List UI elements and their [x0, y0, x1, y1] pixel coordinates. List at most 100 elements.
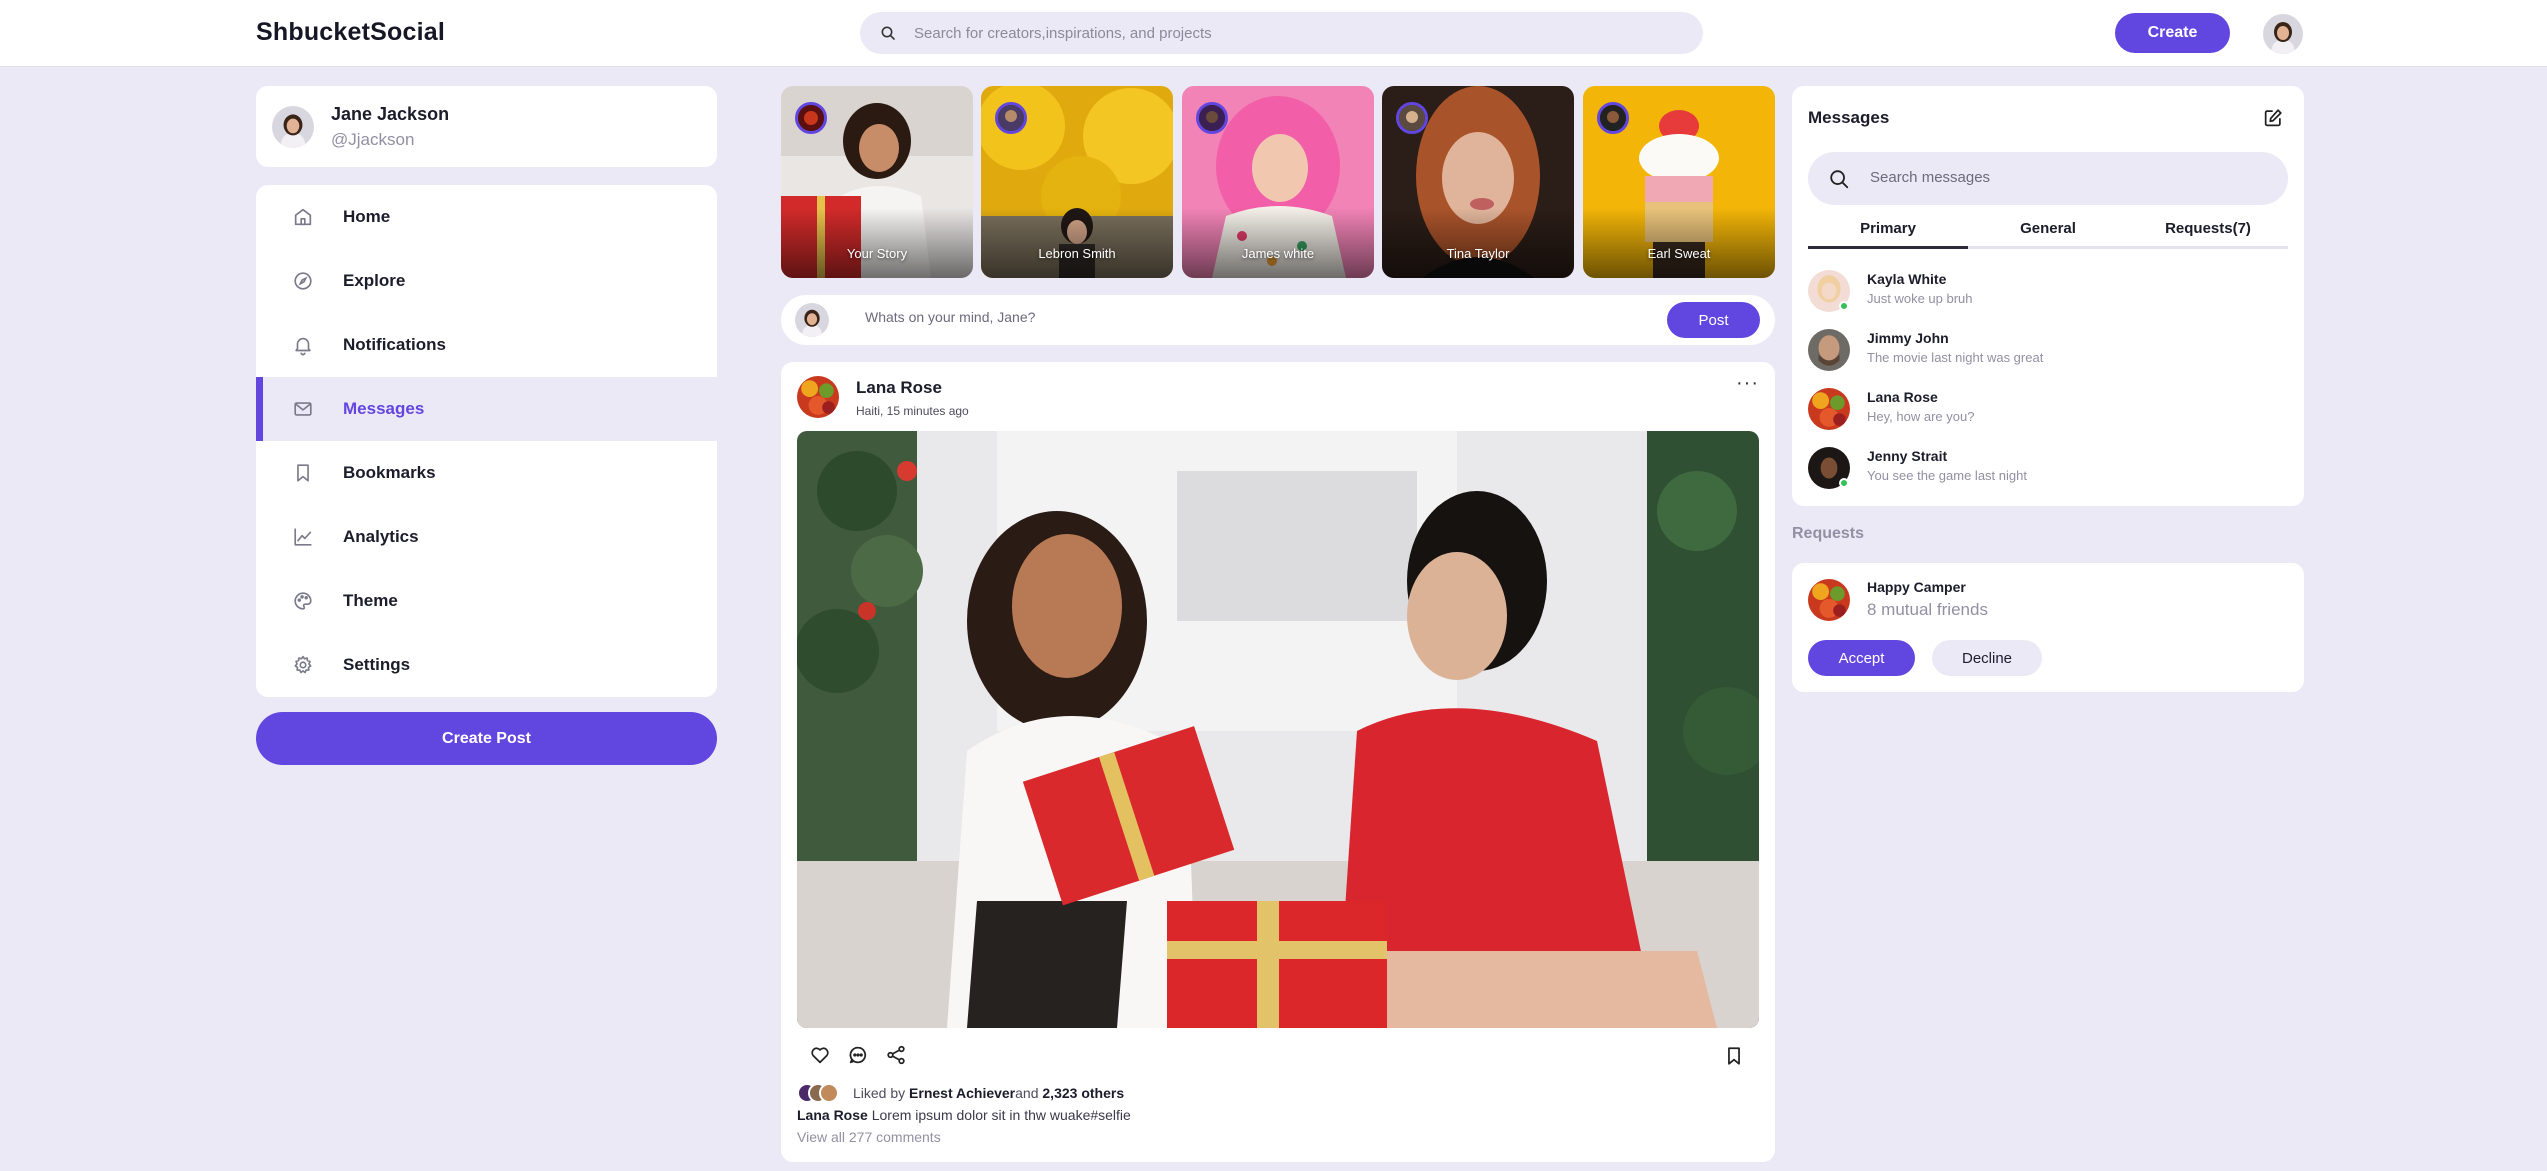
request-name[interactable]: Happy Camper: [1867, 579, 1966, 595]
sidebar-item-analytics[interactable]: Analytics: [256, 505, 717, 569]
chart-icon: [292, 526, 314, 548]
create-button[interactable]: Create: [2115, 13, 2230, 53]
liked-by-text[interactable]: Liked by Ernest Achieverand 2,323 others: [853, 1085, 1124, 1101]
profile-avatar: [272, 106, 314, 148]
sidebar-item-label: Explore: [343, 271, 406, 290]
story-shade: [1583, 208, 1775, 278]
search-icon: [880, 25, 896, 41]
message-preview: Just woke up bruh: [1867, 291, 1973, 306]
gear-icon: [292, 654, 314, 676]
story-name: Tina Taylor: [1446, 246, 1510, 261]
mutual-friends: 8 mutual friends: [1867, 600, 1988, 619]
heart-icon[interactable]: [809, 1044, 831, 1066]
liked-by-name[interactable]: Ernest Achiever: [909, 1085, 1015, 1101]
view-comments-link[interactable]: View all 277 comments: [797, 1129, 941, 1145]
message-item[interactable]: Jenny Strait You see the game last night: [1808, 445, 2288, 495]
message-search[interactable]: [1808, 152, 2288, 205]
global-search-input[interactable]: [914, 24, 1614, 42]
sidebar-item-home[interactable]: Home: [256, 185, 717, 249]
liker-avatar: [819, 1083, 839, 1103]
sidebar-item-notifications[interactable]: Notifications: [256, 313, 717, 377]
feed-post: Lana Rose Haiti, 15 minutes ago ··· Like…: [781, 362, 1775, 1162]
sidebar-item-settings[interactable]: Settings: [256, 633, 717, 697]
message-item[interactable]: Kayla White Just woke up bruh: [1808, 268, 2288, 318]
story-shade: [1182, 208, 1374, 278]
post-button[interactable]: Post: [1667, 302, 1760, 338]
request-avatar[interactable]: [1808, 579, 1850, 621]
sidebar-item-label: Analytics: [343, 527, 419, 546]
sidebar-item-label: Home: [343, 207, 391, 226]
palette-icon: [292, 590, 314, 612]
message-item[interactable]: Jimmy John The movie last night was grea…: [1808, 327, 2288, 377]
compass-icon: [292, 270, 314, 292]
profile-name: Jane Jackson: [331, 104, 450, 124]
top-bar: ShbucketSocial Create: [0, 0, 2547, 67]
messages-panel: Messages Primary General Requests(7) Kay…: [1792, 86, 2304, 506]
post-composer: Post: [781, 295, 1775, 345]
liked-prefix: Liked by: [853, 1085, 906, 1101]
story-card[interactable]: Earl Sweat: [1583, 86, 1775, 278]
more-options-icon[interactable]: ···: [1736, 372, 1759, 395]
message-avatar: [1808, 329, 1850, 371]
sidebar-item-label: Theme: [343, 591, 398, 610]
story-name: Earl Sweat: [1647, 246, 1711, 261]
sidebar-item-label: Bookmarks: [343, 463, 436, 482]
profile-card[interactable]: Jane Jackson @Jjackson: [256, 86, 717, 167]
post-actions: [809, 1044, 907, 1066]
share-icon[interactable]: [885, 1044, 907, 1066]
story-avatar: [1396, 102, 1428, 134]
sidebar-item-label: Settings: [343, 655, 411, 674]
post-meta: Haiti, 15 minutes ago: [856, 404, 969, 418]
post-author-avatar[interactable]: [797, 376, 839, 418]
tab-general[interactable]: General: [1968, 213, 2128, 249]
post-caption: Lana Rose Lorem ipsum dolor sit in thw w…: [797, 1107, 1131, 1123]
global-search[interactable]: [860, 12, 1703, 54]
sidebar-item-bookmarks[interactable]: Bookmarks: [256, 441, 717, 505]
message-avatar: [1808, 388, 1850, 430]
compose-message-icon[interactable]: [2262, 107, 2284, 129]
story-shade: [781, 208, 973, 278]
message-preview: Hey, how are you?: [1867, 409, 1975, 424]
story-avatar: [995, 102, 1027, 134]
story-avatar: [1597, 102, 1629, 134]
message-sender: Lana Rose: [1867, 389, 1938, 405]
accept-button[interactable]: Accept: [1808, 640, 1915, 676]
liker-avatars: [797, 1083, 841, 1105]
sidebar-nav: Home Explore Notifications Messages Book…: [256, 185, 717, 697]
post-image[interactable]: [797, 431, 1759, 1028]
sidebar-item-theme[interactable]: Theme: [256, 569, 717, 633]
decline-button[interactable]: Decline: [1932, 640, 2042, 676]
online-indicator: [1839, 478, 1849, 488]
message-preview: You see the game last night: [1867, 468, 2027, 483]
story-name: Lebron Smith: [1038, 246, 1116, 261]
story-shade: [1382, 208, 1574, 278]
liked-others-count[interactable]: 2,323 others: [1042, 1085, 1124, 1101]
sidebar-item-label: Notifications: [343, 335, 446, 354]
message-sender: Jenny Strait: [1867, 448, 1948, 464]
tab-primary[interactable]: Primary: [1808, 213, 1968, 249]
comment-icon[interactable]: [847, 1044, 869, 1066]
bookmark-icon[interactable]: [1723, 1045, 1745, 1067]
message-search-input[interactable]: [1870, 169, 2250, 186]
friend-request-card: Happy Camper 8 mutual friends Accept Dec…: [1792, 563, 2304, 692]
story-card[interactable]: Lebron Smith: [981, 86, 1173, 278]
message-item[interactable]: Lana Rose Hey, how are you?: [1808, 386, 2288, 436]
sidebar-item-label: Messages: [343, 399, 425, 418]
user-avatar[interactable]: [2263, 14, 2303, 54]
create-post-button[interactable]: Create Post: [256, 712, 717, 765]
story-card[interactable]: James white: [1182, 86, 1374, 278]
requests-heading: Requests: [1792, 525, 1865, 542]
caption-author[interactable]: Lana Rose: [797, 1107, 868, 1123]
story-card[interactable]: Your Story: [781, 86, 973, 278]
bookmark-icon: [292, 462, 314, 484]
message-tabs: Primary General Requests(7): [1808, 213, 2288, 249]
app-logo[interactable]: ShbucketSocial: [256, 18, 445, 47]
tab-requests[interactable]: Requests(7): [2128, 213, 2288, 249]
sidebar-item-messages[interactable]: Messages: [256, 377, 717, 441]
sidebar-item-explore[interactable]: Explore: [256, 249, 717, 313]
profile-handle: @Jjackson: [331, 130, 415, 149]
story-card[interactable]: Tina Taylor: [1382, 86, 1574, 278]
composer-input[interactable]: [865, 309, 1565, 325]
post-author-name[interactable]: Lana Rose: [856, 378, 942, 398]
online-indicator: [1839, 301, 1849, 311]
